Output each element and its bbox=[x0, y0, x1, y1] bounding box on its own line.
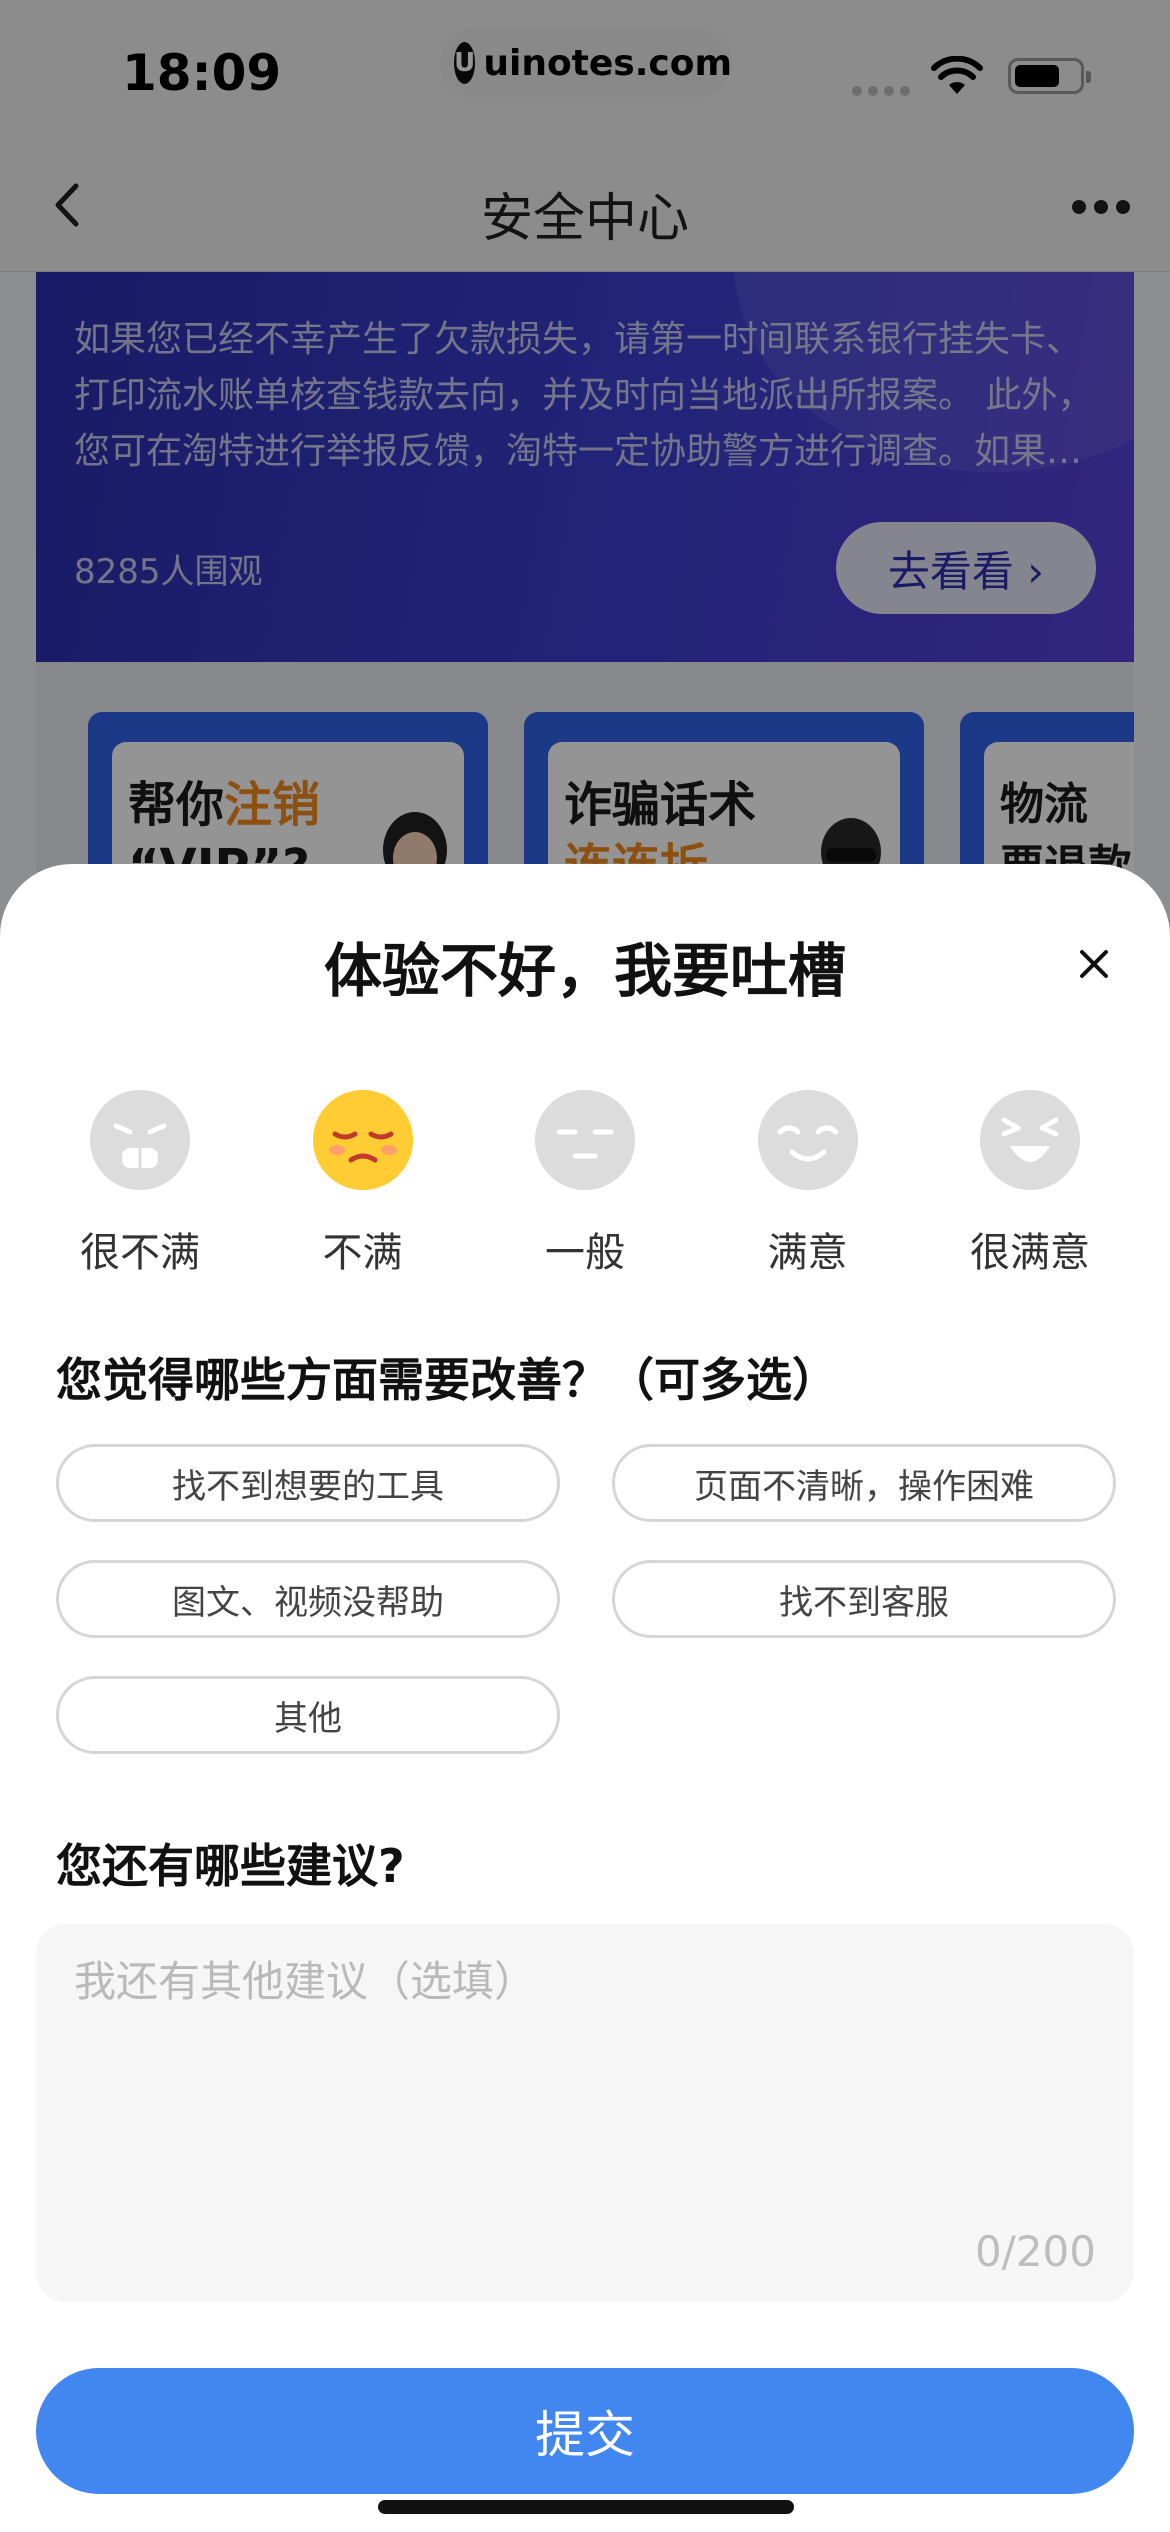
very-unsatisfied-face-icon bbox=[90, 1090, 190, 1190]
rating-label: 一般 bbox=[545, 1230, 625, 1276]
rating-neutral[interactable]: 一般 bbox=[485, 1090, 685, 1278]
home-indicator bbox=[378, 2500, 794, 2514]
option-no-customer-service[interactable]: 找不到客服 bbox=[612, 1560, 1116, 1638]
rating-very-satisfied[interactable]: 很满意 bbox=[930, 1090, 1130, 1278]
suggestion-box: 0/200 bbox=[36, 1924, 1134, 2302]
rating-label: 不满 bbox=[322, 1230, 403, 1276]
suggest-question: 您还有哪些建议? bbox=[56, 1839, 405, 1893]
option-page-unclear[interactable]: 页面不清晰，操作困难 bbox=[612, 1444, 1116, 1522]
char-counter: 0/200 bbox=[974, 2227, 1096, 2276]
unsatisfied-face-icon bbox=[312, 1090, 413, 1190]
rating-unsatisfied[interactable]: 不满 bbox=[263, 1090, 463, 1278]
neutral-face-icon bbox=[535, 1090, 635, 1190]
very-satisfied-face-icon bbox=[980, 1090, 1080, 1190]
rating-row: 很不满 不满 一般 满意 很满意 bbox=[40, 1090, 1130, 1278]
close-icon[interactable] bbox=[1076, 946, 1112, 982]
rating-label: 满意 bbox=[767, 1230, 848, 1276]
sheet-title: 体验不好，我要吐槽 bbox=[323, 937, 846, 1005]
improve-question: 您觉得哪些方面需要改善？（可多选） bbox=[56, 1353, 838, 1407]
option-other[interactable]: 其他 bbox=[56, 1676, 560, 1754]
rating-label: 很满意 bbox=[970, 1230, 1090, 1276]
rating-satisfied[interactable]: 满意 bbox=[708, 1090, 908, 1278]
suggestion-input[interactable] bbox=[74, 1948, 1074, 2228]
rating-label: 很不满 bbox=[80, 1230, 200, 1276]
option-media-not-helpful[interactable]: 图文、视频没帮助 bbox=[56, 1560, 560, 1638]
improve-options: 找不到想要的工具 页面不清晰，操作困难 图文、视频没帮助 找不到客服 其他 bbox=[56, 1444, 1116, 1754]
submit-button[interactable]: 提交 bbox=[36, 2368, 1134, 2494]
option-tool-not-found[interactable]: 找不到想要的工具 bbox=[56, 1444, 560, 1522]
rating-very-unsatisfied[interactable]: 很不满 bbox=[40, 1090, 240, 1278]
satisfied-face-icon bbox=[757, 1090, 858, 1190]
feedback-sheet: 体验不好，我要吐槽 很不满 不满 一般 满意 很满意 您觉得哪些方面需要改善？（… bbox=[0, 864, 1170, 2532]
